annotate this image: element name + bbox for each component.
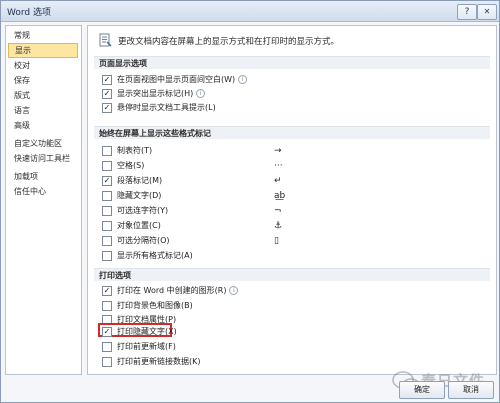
break-mark-icon: ▯ bbox=[274, 236, 279, 246]
checkbox-show-tooltips[interactable]: ✓ bbox=[102, 103, 112, 113]
sidebar-item-layout[interactable]: 版式 bbox=[8, 88, 78, 103]
sidebar-item-addins[interactable]: 加载项 bbox=[8, 169, 78, 184]
sidebar-item-customize-ribbon[interactable]: 自定义功能区 bbox=[8, 136, 78, 151]
checkbox-print-drawings[interactable]: ✓ bbox=[102, 286, 112, 296]
sidebar-item-advanced[interactable]: 高级 bbox=[8, 118, 78, 133]
hidden-text-mark-icon: a͟b bbox=[274, 191, 286, 201]
cancel-button[interactable]: 取消 bbox=[448, 381, 494, 399]
checkbox-print-hidden-text[interactable]: ✓ bbox=[102, 327, 112, 337]
info-icon: i bbox=[229, 286, 239, 295]
checkbox-show-all-marks[interactable] bbox=[102, 251, 112, 261]
checkbox-show-highlighter[interactable]: ✓ bbox=[102, 89, 112, 99]
sidebar-item-trust-center[interactable]: 信任中心 bbox=[8, 184, 78, 199]
hyphen-mark-icon: ¬ bbox=[274, 206, 282, 216]
info-icon: i bbox=[238, 75, 248, 84]
word-options-dialog: Word 选项 ? ✕ 常规 显示 校对 保存 版式 语言 高级 自定义功能区 … bbox=[0, 0, 500, 403]
checkbox-print-background[interactable] bbox=[102, 301, 112, 311]
checkbox-update-fields[interactable] bbox=[102, 342, 112, 352]
checkbox-optional-hyphens[interactable] bbox=[102, 206, 112, 216]
checkbox-show-whitespace[interactable]: ✓ bbox=[102, 75, 112, 85]
panel-intro: 更改文档内容在屏幕上的显示方式和在打印时的显示方式。 bbox=[118, 37, 340, 47]
paragraph-mark-icon: ↵ bbox=[274, 176, 282, 186]
anchor-icon: ⚓ bbox=[274, 221, 283, 231]
sidebar-item-proofing[interactable]: 校对 bbox=[8, 58, 78, 73]
checkbox-optional-breaks[interactable] bbox=[102, 236, 112, 246]
sidebar-item-quick-access[interactable]: 快速访问工具栏 bbox=[8, 151, 78, 166]
ok-button[interactable]: 确定 bbox=[399, 381, 445, 399]
checkbox-update-links[interactable] bbox=[102, 357, 112, 367]
checkbox-paragraph-marks[interactable]: ✓ bbox=[102, 176, 112, 186]
sidebar-item-display[interactable]: 显示 bbox=[8, 43, 78, 58]
display-options-panel: 更改文档内容在屏幕上的显示方式和在打印时的显示方式。 页面显示选项 ✓ 在页面视… bbox=[87, 25, 497, 375]
section-formatting-marks: 始终在屏幕上显示这些格式标记 bbox=[94, 126, 490, 139]
sidebar-item-general[interactable]: 常规 bbox=[8, 28, 78, 43]
window-title: Word 选项 bbox=[7, 8, 51, 18]
section-page-display: 页面显示选项 bbox=[94, 56, 490, 69]
checkbox-hidden-text[interactable] bbox=[102, 191, 112, 201]
display-page-icon bbox=[99, 33, 112, 47]
options-sidebar: 常规 显示 校对 保存 版式 语言 高级 自定义功能区 快速访问工具栏 加载项 … bbox=[5, 25, 82, 375]
title-bar: Word 选项 ? ✕ bbox=[1, 1, 499, 22]
space-mark-icon: ··· bbox=[274, 161, 283, 171]
tab-mark-icon: → bbox=[274, 146, 282, 156]
section-print-options: 打印选项 bbox=[94, 268, 490, 281]
checkbox-object-anchors[interactable] bbox=[102, 221, 112, 231]
checkbox-spaces[interactable] bbox=[102, 161, 112, 171]
checkbox-tab-characters[interactable] bbox=[102, 146, 112, 156]
close-button[interactable]: ✕ bbox=[477, 4, 497, 20]
sidebar-item-language[interactable]: 语言 bbox=[8, 103, 78, 118]
info-icon: i bbox=[196, 89, 206, 98]
sidebar-item-save[interactable]: 保存 bbox=[8, 73, 78, 88]
help-button[interactable]: ? bbox=[457, 4, 477, 20]
